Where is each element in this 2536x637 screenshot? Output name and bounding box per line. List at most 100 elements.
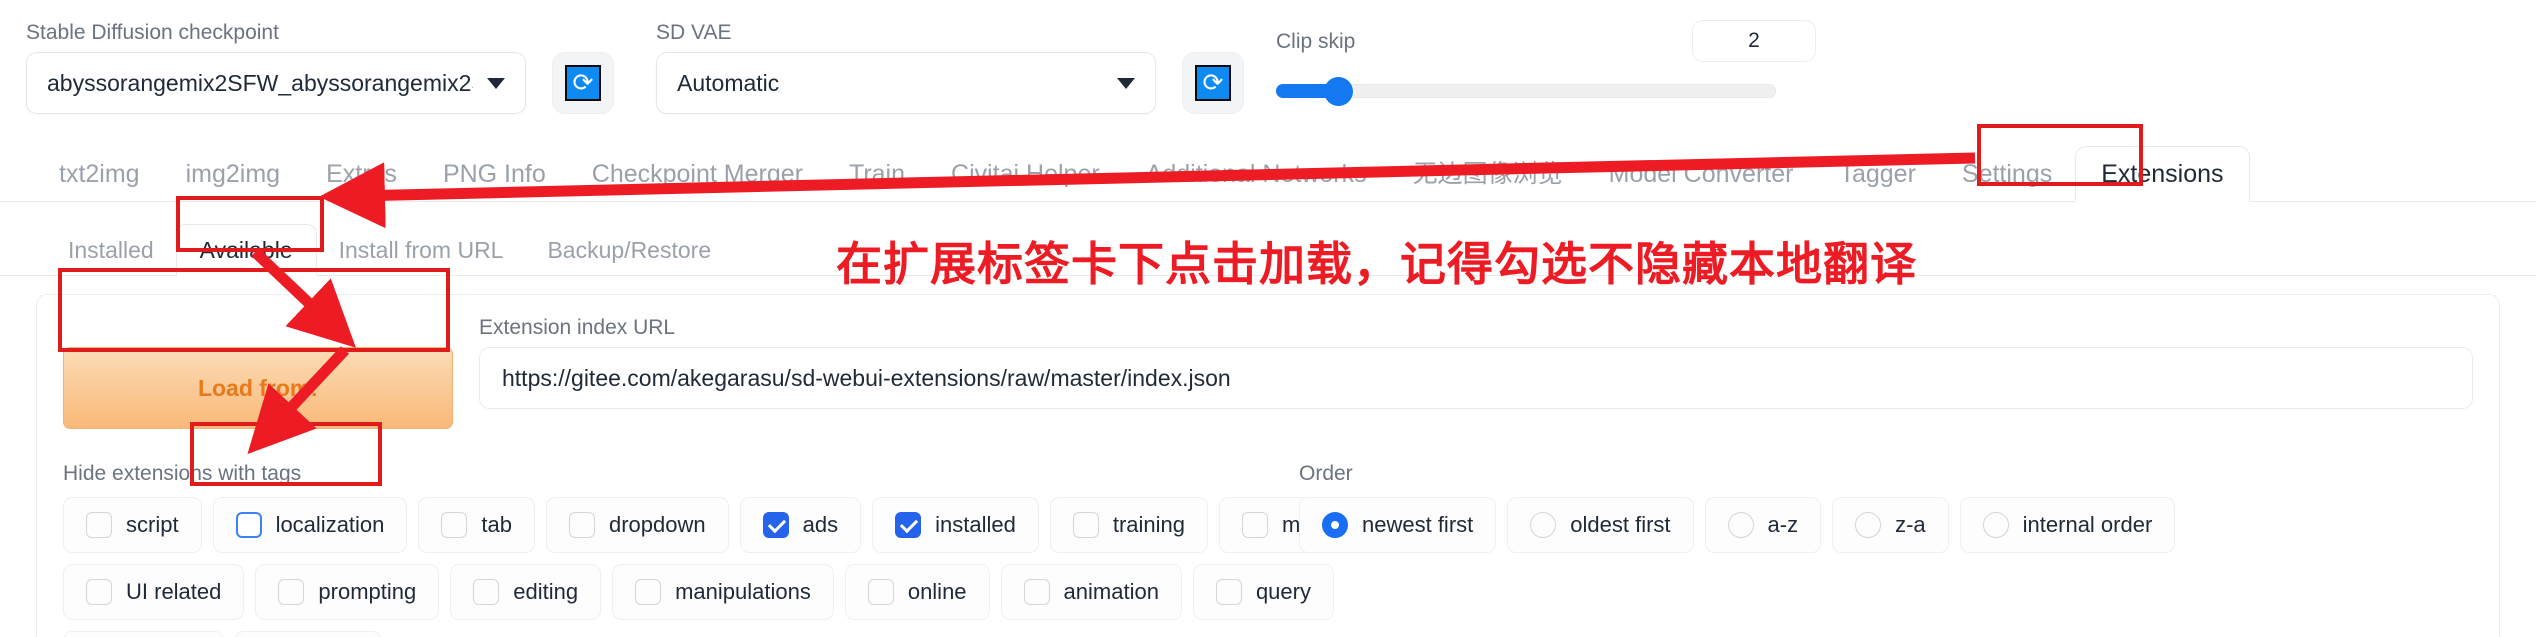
tab-checkpoint-merger[interactable]: Checkpoint Merger xyxy=(569,162,826,201)
quick-settings-bar: Stable Diffusion checkpoint abyssorangem… xyxy=(0,0,2536,140)
tab-extensions[interactable]: Extensions xyxy=(2075,146,2250,202)
order-option-internal-order[interactable]: internal order xyxy=(1959,497,2176,553)
panel-top-row: Load from: Extension index URL https://g… xyxy=(63,317,2473,429)
tag-chip-dropdown[interactable]: dropdown xyxy=(546,497,729,553)
chevron-down-icon xyxy=(1117,77,1135,89)
checkbox-checked-icon[interactable] xyxy=(762,512,789,538)
tag-chip-label: manipulations xyxy=(675,579,811,604)
refresh-vae-button[interactable]: ⟳ xyxy=(1182,52,1244,114)
extension-index-url-label: Extension index URL xyxy=(479,316,676,339)
radio-selected-icon[interactable] xyxy=(1322,512,1348,538)
tag-chip-ui-related[interactable]: UI related xyxy=(63,564,245,620)
tag-chip-installed[interactable]: installed xyxy=(872,497,1039,553)
tab-extras[interactable]: Extras xyxy=(303,162,420,201)
checkbox-icon[interactable] xyxy=(1242,512,1268,538)
tag-chip-animation[interactable]: animation xyxy=(1000,564,1182,620)
tab-png-info[interactable]: PNG Info xyxy=(420,162,569,201)
subtab-backup-restore[interactable]: Backup/Restore xyxy=(525,239,733,275)
tab-tagger[interactable]: Tagger xyxy=(1816,162,1938,201)
chip-row: script localization tab dropdown ads ins… xyxy=(63,497,1376,553)
radio-icon[interactable] xyxy=(1855,512,1882,538)
extension-index-url-input[interactable]: https://gitee.com/akegarasu/sd-webui-ext… xyxy=(479,347,2473,409)
tab-additional-networks[interactable]: Additional Networks xyxy=(1123,162,1390,201)
extension-index-url-group: Extension index URL https://gitee.com/ak… xyxy=(479,317,2473,409)
checkbox-icon[interactable] xyxy=(867,579,894,605)
checkbox-icon[interactable] xyxy=(86,579,112,605)
tab-img2img[interactable]: img2img xyxy=(163,162,303,201)
tab-model-converter[interactable]: Model Converter xyxy=(1586,162,1817,201)
tag-chip-localization[interactable]: localization xyxy=(212,497,408,553)
main-tab-bar: txt2img img2img Extras PNG Info Checkpoi… xyxy=(0,140,2536,202)
tag-chip-label: dropdown xyxy=(609,512,706,537)
checkbox-icon[interactable] xyxy=(235,512,262,538)
radio-icon[interactable] xyxy=(1727,512,1754,538)
tag-chip-label: ads xyxy=(802,512,839,537)
load-from-button[interactable]: Load from: xyxy=(63,347,453,429)
checkbox-icon[interactable] xyxy=(1215,579,1242,605)
tab-train[interactable]: Train xyxy=(826,162,928,201)
available-extensions-panel: Load from: Extension index URL https://g… xyxy=(36,294,2500,637)
tab-civitai-helper[interactable]: Civitai Helper xyxy=(928,162,1123,201)
tab-image-browser[interactable]: 无边图像浏览 xyxy=(1390,162,1586,201)
order-option-a-z[interactable]: a-z xyxy=(1704,497,1822,553)
order-option-oldest-first[interactable]: oldest first xyxy=(1507,497,1694,553)
vae-dropdown[interactable]: Automatic xyxy=(656,52,1156,114)
tag-chip-extras[interactable]: extras xyxy=(234,631,381,637)
tag-chip-label: online xyxy=(907,579,967,604)
order-option-newest-first[interactable]: newest first xyxy=(1299,497,1497,553)
checkbox-icon[interactable] xyxy=(473,579,500,605)
order-option-label: internal order xyxy=(2022,512,2153,537)
panel-bottom-row: Hide extensions with tags script localiz… xyxy=(63,463,2473,637)
tag-chip-training[interactable]: training xyxy=(1049,497,1208,553)
vae-field-group: SD VAE Automatic xyxy=(656,22,1156,114)
order-option-label: z-a xyxy=(1895,512,1926,537)
checkbox-icon[interactable] xyxy=(1072,512,1099,538)
chevron-down-icon xyxy=(487,77,505,89)
clip-skip-slider-thumb[interactable] xyxy=(1324,77,1353,106)
clip-skip-value-input[interactable]: 2 xyxy=(1692,20,1816,62)
checkbox-icon[interactable] xyxy=(441,512,468,538)
hide-tags-chip-rows: script localization tab dropdown ads ins… xyxy=(63,497,1376,637)
refresh-checkpoint-button[interactable]: ⟳ xyxy=(552,52,614,114)
tab-txt2img[interactable]: txt2img xyxy=(36,162,163,201)
checkpoint-dropdown[interactable]: abyssorangemix2SFW_abyssorangemix2Sfw.sa… xyxy=(26,52,526,114)
order-option-z-a[interactable]: z-a xyxy=(1832,497,1949,553)
checkbox-icon[interactable] xyxy=(569,512,595,538)
extensions-sub-tab-bar: Installed Available Install from URL Bac… xyxy=(0,216,2536,276)
checkpoint-label: Stable Diffusion checkpoint xyxy=(26,21,279,44)
tag-chip-tab[interactable]: tab xyxy=(418,497,535,553)
subtab-install-from-url[interactable]: Install from URL xyxy=(317,239,526,275)
tag-chip-editing[interactable]: editing xyxy=(450,564,602,620)
tag-chip-manipulations[interactable]: manipulations xyxy=(612,564,834,620)
tag-chip-label: training xyxy=(1112,512,1185,537)
tag-chip-label: UI related xyxy=(126,579,222,604)
vae-label: SD VAE xyxy=(656,21,732,44)
tag-chip-online[interactable]: online xyxy=(844,564,990,620)
tag-chip-label: editing xyxy=(513,579,579,604)
checkbox-icon[interactable] xyxy=(86,512,112,538)
refresh-icon: ⟳ xyxy=(1195,65,1231,101)
order-option-label: a-z xyxy=(1767,512,1799,537)
tag-chip-script[interactable]: script xyxy=(63,497,202,553)
tag-chip-science[interactable]: science xyxy=(63,631,224,637)
tag-chip-label: localization xyxy=(275,512,385,537)
hide-tags-group: Hide extensions with tags script localiz… xyxy=(63,462,1376,637)
tag-chip-ads[interactable]: ads xyxy=(739,497,862,553)
checkbox-icon[interactable] xyxy=(1023,579,1050,605)
radio-icon[interactable] xyxy=(1530,512,1557,538)
subtab-available[interactable]: Available xyxy=(175,224,317,276)
refresh-icon: ⟳ xyxy=(565,65,601,101)
clip-skip-slider-row: 2 xyxy=(1276,20,1816,116)
radio-icon[interactable] xyxy=(1982,512,2009,538)
tag-chip-label: animation xyxy=(1063,579,1159,604)
tag-chip-label: script xyxy=(126,512,179,537)
checkbox-icon[interactable] xyxy=(278,579,305,605)
tag-chip-label: installed xyxy=(935,512,1016,537)
checkbox-icon[interactable] xyxy=(635,579,662,605)
chip-row: UI related prompting editing manipulatio… xyxy=(63,564,1334,620)
checkbox-checked-icon[interactable] xyxy=(895,512,922,538)
hide-tags-label: Hide extensions with tags xyxy=(63,462,302,485)
subtab-installed[interactable]: Installed xyxy=(46,239,176,275)
tag-chip-prompting[interactable]: prompting xyxy=(255,564,440,620)
tab-settings[interactable]: Settings xyxy=(1939,162,2075,201)
